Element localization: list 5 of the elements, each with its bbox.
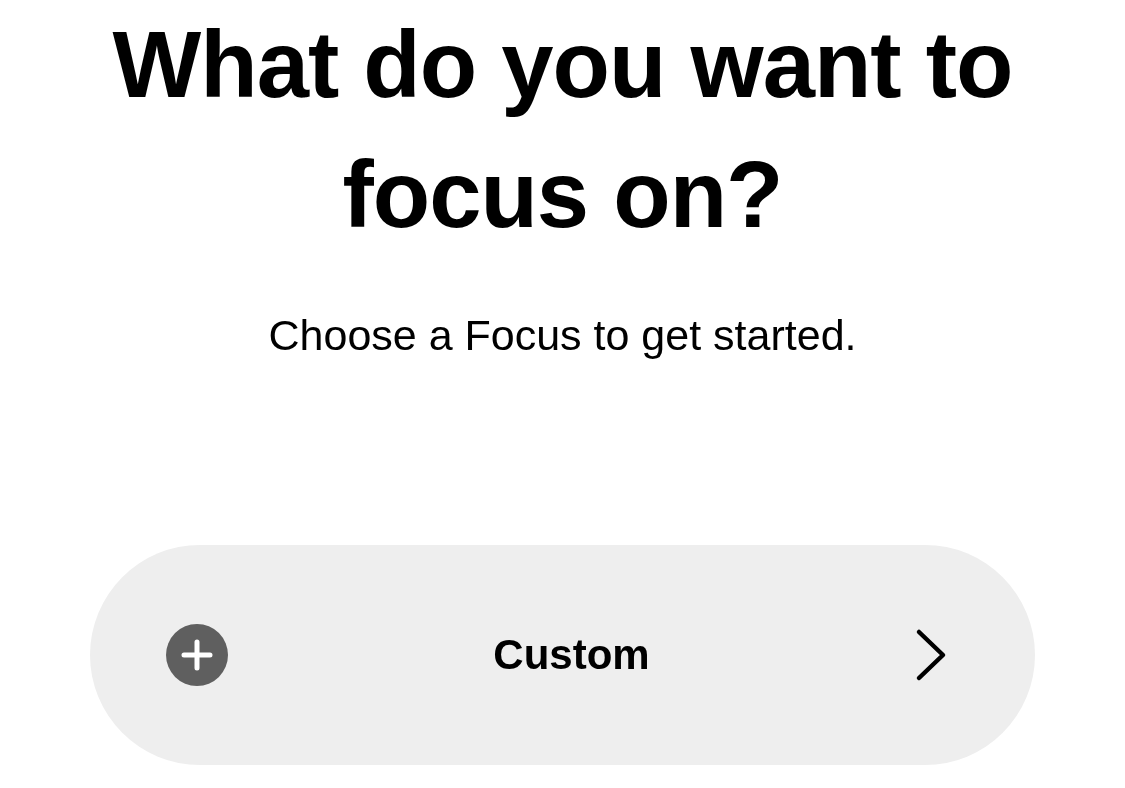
custom-focus-button[interactable]: Custom — [90, 545, 1035, 765]
page-title: What do you want to focus on? — [111, 11, 1014, 249]
subtitle: Choose a Focus to get started. — [268, 310, 857, 361]
chevron-right-icon — [915, 628, 947, 682]
plus-icon — [166, 624, 228, 686]
